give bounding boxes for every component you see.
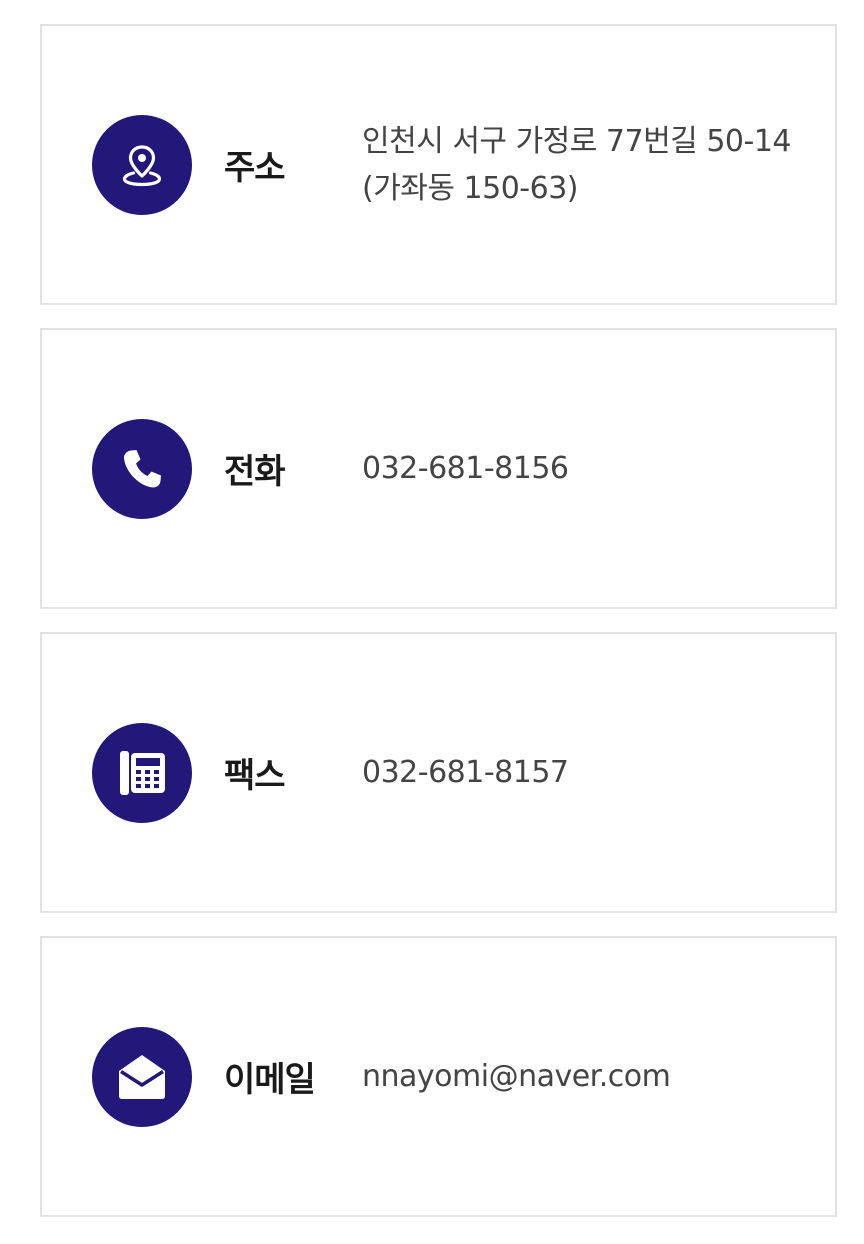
phone-card: 전화 032-681-8156 [40,328,837,609]
email-label: 이메일 [224,1060,316,1100]
fax-number: 032-681-8157 [362,755,569,790]
fax-value: 032-681-8157 [362,634,822,911]
map-pin-icon [92,115,192,215]
phone-number[interactable]: 032-681-8156 [362,445,822,492]
address-line-2: (가좌동 150-63) [362,170,579,206]
address-card: 주소 인천시 서구 가정로 77번길 50-14 (가좌동 150-63) [40,24,837,305]
phone-label: 전화 [224,452,286,492]
fax-card: 팩스 032-681-8157 [40,632,837,913]
phone-icon [92,419,192,519]
address-line-1: 인천시 서구 가정로 77번길 50-14 [362,123,792,159]
email-address[interactable]: nnayomi@naver.com [362,1053,822,1100]
address-label: 주소 [224,148,286,188]
envelope-icon [92,1027,192,1127]
address-value: 인천시 서구 가정로 77번길 50-14 (가좌동 150-63) [362,26,822,303]
fax-label: 팩스 [224,756,286,796]
email-value: nnayomi@naver.com [362,938,822,1215]
fax-icon [92,723,192,823]
phone-value: 032-681-8156 [362,330,822,607]
email-card: 이메일 nnayomi@naver.com [40,936,837,1217]
